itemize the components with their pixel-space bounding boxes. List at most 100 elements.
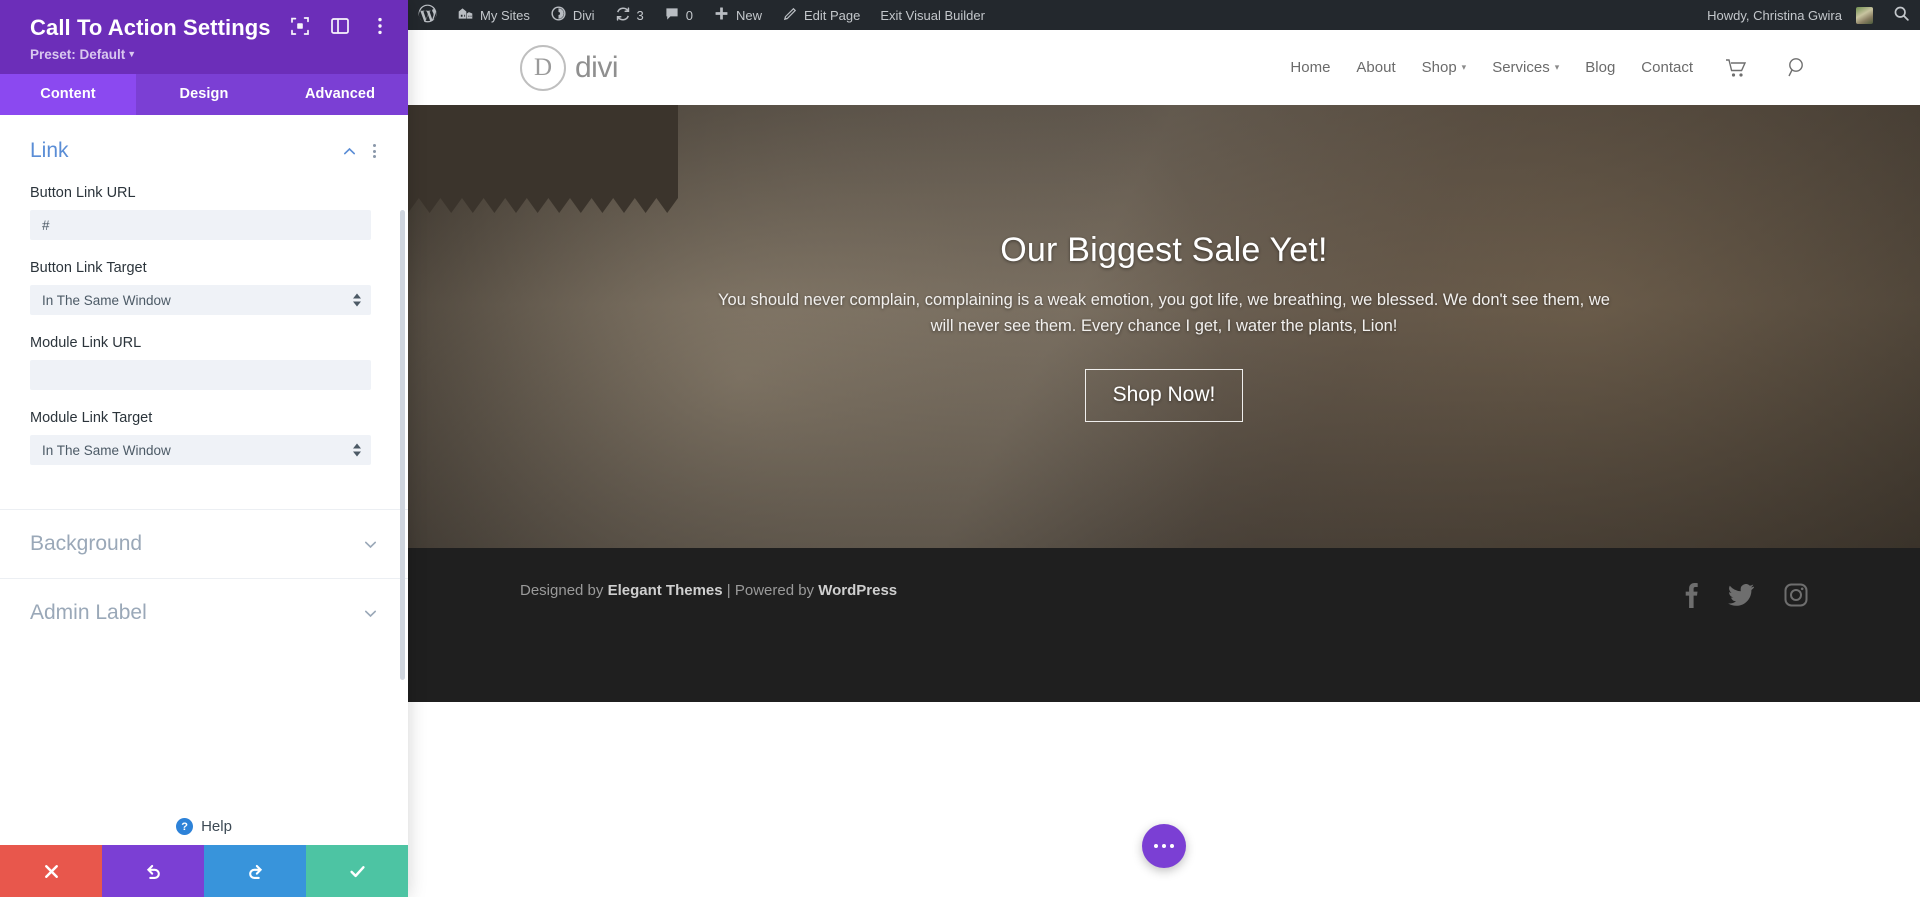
expand-icon[interactable]: [290, 16, 310, 36]
dot: [373, 144, 376, 148]
admin-bar-edit-page[interactable]: Edit Page: [772, 0, 870, 30]
instagram-icon[interactable]: [1784, 583, 1808, 607]
admin-bar-label: Divi: [572, 7, 595, 23]
divi-logo-icon: D: [520, 44, 566, 91]
shop-now-button[interactable]: Shop Now!: [1084, 369, 1244, 423]
plus-icon: [713, 5, 730, 25]
more-options-fab[interactable]: [1142, 824, 1186, 868]
field-label: Module Link Target: [30, 410, 153, 427]
nav-label: Shop: [1421, 59, 1457, 76]
admin-bar-account[interactable]: Howdy, Christina Gwira: [1697, 0, 1883, 30]
section-title: Background: [30, 532, 143, 556]
select-value: In The Same Window: [42, 442, 171, 458]
select-value: In The Same Window: [42, 292, 171, 308]
wordpress-logo-icon: [418, 4, 437, 26]
credit-prefix: Designed by: [520, 582, 608, 599]
chevron-down-icon: [363, 606, 378, 621]
tab-advanced[interactable]: Advanced: [272, 74, 408, 115]
nav-item-shop[interactable]: Shop ▾: [1422, 59, 1467, 76]
twitter-icon[interactable]: [1728, 584, 1754, 606]
chevron-down-icon: [363, 537, 378, 552]
nav-item-about[interactable]: About: [1356, 59, 1395, 76]
admin-bar-wordpress-logo[interactable]: [408, 0, 447, 30]
tab-content[interactable]: Content: [0, 74, 136, 116]
comments-icon: [664, 6, 680, 25]
field-module-link-url: Module Link URL: [30, 335, 378, 391]
search-icon[interactable]: [1787, 57, 1808, 78]
save-button[interactable]: [306, 845, 408, 897]
credit-brand-elegant-themes[interactable]: Elegant Themes: [608, 582, 723, 599]
cancel-button[interactable]: [0, 845, 102, 897]
admin-bar-exit-visual-builder[interactable]: Exit Visual Builder: [870, 0, 995, 30]
screen-root: D divi Home About Shop ▾ Services ▾ Blog…: [0, 0, 1920, 897]
field-label: Module Link URL: [30, 335, 142, 352]
nav-label: About: [1356, 59, 1396, 76]
close-icon: [44, 864, 58, 878]
redo-icon: [248, 864, 262, 879]
nav-item-home[interactable]: Home: [1290, 59, 1330, 76]
module-link-target-select[interactable]: In The Same Window: [30, 435, 371, 466]
undo-button[interactable]: [102, 845, 204, 897]
nav-item-contact[interactable]: Contact: [1641, 59, 1693, 76]
footer-social-links: [1685, 582, 1808, 608]
section-controls: [342, 142, 378, 160]
nav-label: Blog: [1585, 59, 1616, 76]
admin-bar-label: Edit Page: [804, 7, 861, 23]
help-icon: ?: [176, 818, 194, 835]
button-link-url-input[interactable]: [30, 210, 371, 241]
admin-bar-comments[interactable]: 0: [654, 0, 703, 30]
settings-panel-body: Link Button Link URL # Button Link Targe…: [0, 115, 408, 897]
field-label: Button Link Target: [30, 260, 147, 277]
nav-label: Services: [1492, 59, 1550, 76]
admin-bar-updates[interactable]: 3: [605, 0, 654, 30]
chevron-up-icon[interactable]: [342, 144, 357, 159]
help-link[interactable]: ? Help: [0, 818, 408, 835]
pencil-icon: [782, 6, 798, 25]
admin-bar-search[interactable]: [1883, 0, 1920, 30]
footer-credit: Designed by Elegant Themes | Powered by …: [520, 582, 897, 599]
admin-bar-divi[interactable]: Divi: [540, 0, 605, 30]
tab-design[interactable]: Design: [136, 74, 272, 115]
credit-brand-wordpress[interactable]: WordPress: [818, 582, 897, 599]
undo-icon: [146, 864, 160, 879]
nav-item-blog[interactable]: Blog: [1585, 59, 1615, 76]
button-link-target-select[interactable]: In The Same Window: [30, 285, 371, 316]
call-to-action-module[interactable]: Our Biggest Sale Yet! You should never c…: [624, 230, 1704, 423]
dot: [1170, 844, 1174, 848]
site-logo[interactable]: D divi: [520, 44, 619, 91]
admin-bar-my-sites[interactable]: My Sites: [447, 0, 540, 30]
cart-icon[interactable]: [1725, 58, 1747, 78]
section-more-options-icon[interactable]: [371, 142, 378, 160]
section-background[interactable]: Background: [0, 509, 408, 578]
nav-item-services[interactable]: Services ▾: [1492, 59, 1559, 76]
section-link: Link Button Link URL # Button Link Targe…: [0, 115, 408, 495]
settings-panel-header: Call To Action Settings Preset: Default ▼: [0, 0, 408, 75]
chevron-down-icon: ▾: [1461, 62, 1467, 72]
panel-scrollbar[interactable]: [400, 210, 405, 681]
select-stepper-icon: [353, 293, 361, 307]
chevron-down-icon: ▾: [1554, 62, 1560, 72]
more-options-icon[interactable]: [370, 16, 390, 36]
admin-bar-label: 0: [685, 7, 693, 23]
facebook-icon[interactable]: [1685, 582, 1698, 608]
chevron-down-icon: ▼: [127, 49, 137, 60]
admin-bar-label: New: [735, 7, 762, 23]
section-admin-label[interactable]: Admin Label: [0, 578, 408, 647]
field-button-link-target: Button Link Target In The Same Window: [30, 260, 378, 316]
admin-bar-label: 3: [636, 7, 644, 23]
dot: [1162, 844, 1166, 848]
admin-bar-right-group: Howdy, Christina Gwira: [1697, 0, 1920, 30]
redo-button[interactable]: [204, 845, 306, 897]
section-title: Admin Label: [30, 601, 147, 625]
admin-bar-new[interactable]: New: [703, 0, 772, 30]
dot: [373, 149, 376, 153]
layout-icon[interactable]: [330, 16, 350, 36]
site-header: D divi Home About Shop ▾ Services ▾ Blog…: [408, 30, 1920, 105]
hero-description: You should never complain, complaining i…: [718, 290, 1610, 335]
site-logo-text: divi: [575, 50, 619, 84]
module-link-url-input[interactable]: [30, 360, 371, 391]
field-button-link-url: Button Link URL: [30, 185, 378, 241]
preset-selector[interactable]: Preset: Default ▼: [30, 47, 386, 62]
hero-title: Our Biggest Sale Yet!: [1000, 230, 1328, 269]
check-icon: [349, 865, 365, 877]
